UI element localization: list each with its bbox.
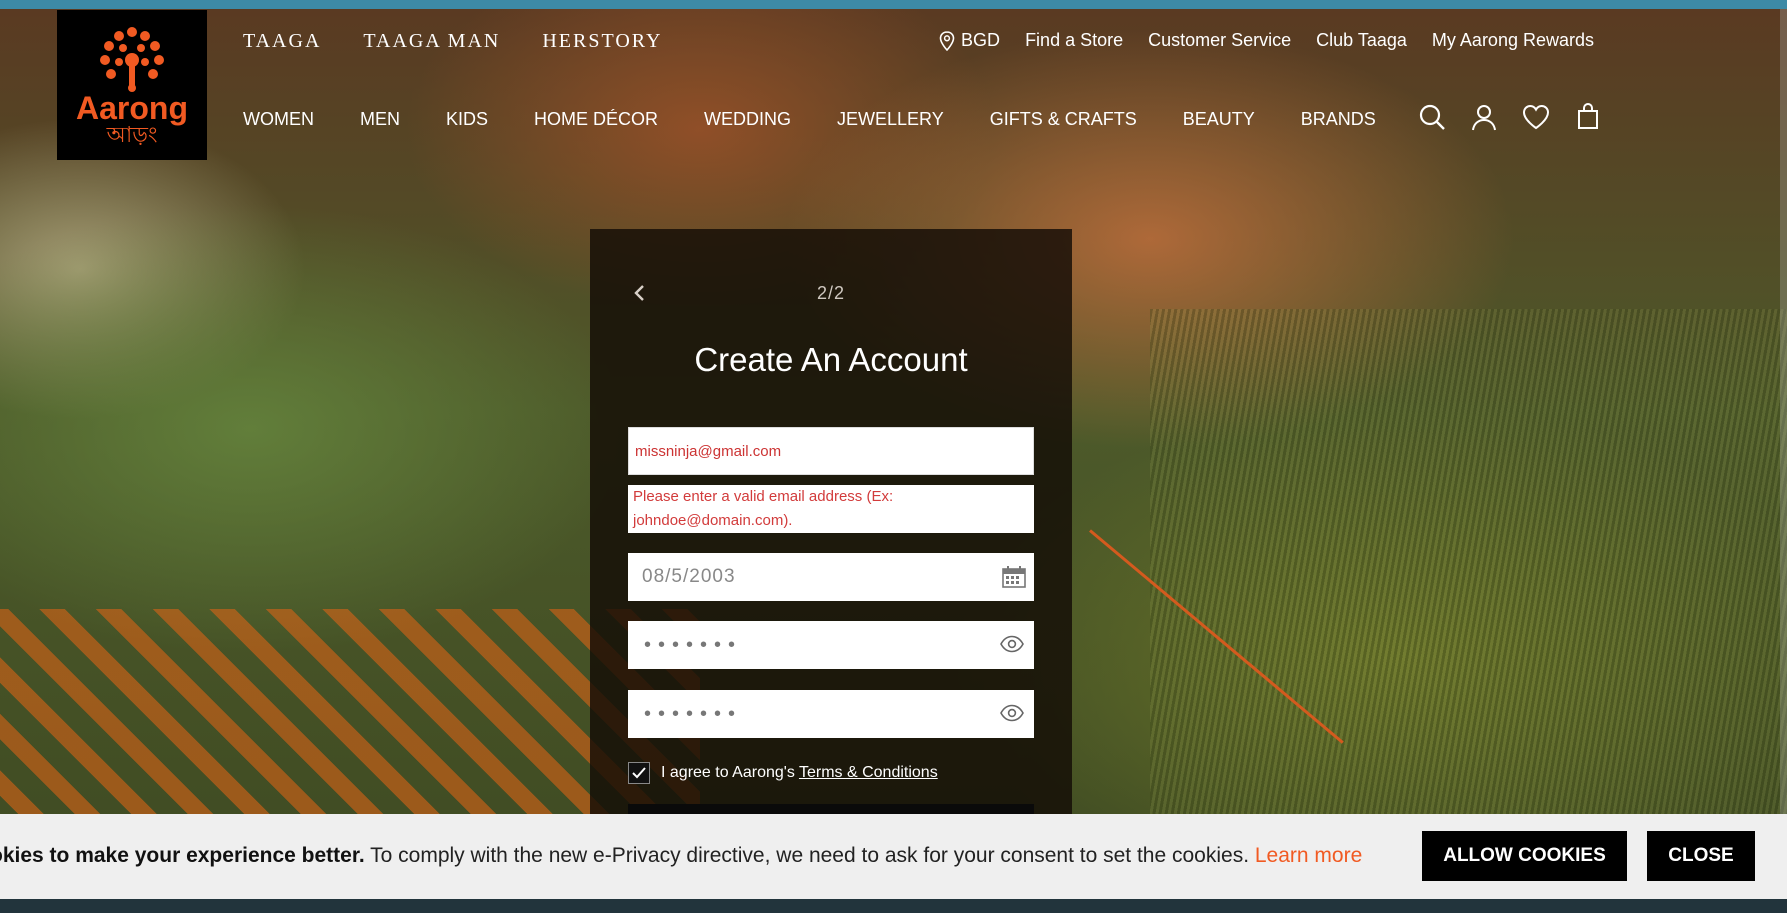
checkmark-icon [632, 767, 646, 779]
loom-threads [1150, 309, 1787, 899]
logo-wordmark: Aarong [76, 90, 188, 126]
wishlist-icon[interactable] [1522, 103, 1550, 131]
password-value: ••••••• [644, 634, 743, 656]
page-scrollbar[interactable] [1780, 9, 1787, 814]
country-code: BGD [961, 30, 1001, 50]
email-error-message: Please enter a valid email address (Ex: … [628, 485, 1034, 533]
logo-bangla: আড়ং [106, 122, 158, 147]
nav-brands[interactable]: BRANDS [1301, 109, 1376, 130]
subbrand-taaga-man[interactable]: TAAGA MAN [363, 30, 500, 53]
nav-men[interactable]: MEN [360, 109, 400, 130]
cookie-banner: okies to make your experience better. To… [0, 814, 1787, 899]
nav-home-decor[interactable]: HOME DÉCOR [534, 109, 658, 130]
rewards-link[interactable]: My Aarong Rewards [1432, 30, 1594, 51]
terms-prefix: I agree to Aarong's [661, 764, 795, 781]
account-icon[interactable] [1470, 103, 1498, 131]
email-field[interactable]: missninja@gmail.com [628, 427, 1034, 475]
password-field[interactable]: ••••••• [628, 621, 1034, 669]
close-cookie-button[interactable]: CLOSE [1647, 831, 1755, 881]
bottom-bar [0, 899, 1787, 913]
terms-agreement: I agree to Aarong's Terms & Conditions [628, 762, 938, 784]
peacock-logo-icon [100, 27, 164, 92]
main-nav: WOMEN MEN KIDS HOME DÉCOR WEDDING JEWELL… [243, 109, 1376, 130]
nav-women[interactable]: WOMEN [243, 109, 314, 130]
confirm-password-value: ••••••• [644, 703, 743, 725]
customer-service-link[interactable]: Customer Service [1148, 30, 1291, 51]
cart-icon[interactable] [1574, 103, 1602, 131]
learn-more-link[interactable]: Learn more [1255, 844, 1362, 867]
confirm-password-field[interactable]: ••••••• [628, 690, 1034, 738]
terms-checkbox[interactable] [628, 762, 650, 784]
nav-beauty[interactable]: BEAUTY [1183, 109, 1255, 130]
show-confirm-password-eye-icon[interactable] [1000, 704, 1024, 722]
show-password-eye-icon[interactable] [1000, 635, 1024, 653]
find-store-link[interactable]: Find a Store [1025, 30, 1123, 51]
location-pin-icon [939, 30, 955, 51]
cookie-message-text: To comply with the new e-Privacy directi… [364, 844, 1255, 867]
subbrand-taaga[interactable]: TAAGA [243, 30, 321, 53]
calendar-icon[interactable] [1001, 565, 1027, 589]
date-of-birth-field[interactable]: 08/5/2003 [628, 553, 1034, 601]
utility-nav: BGD Find a Store Customer Service Club T… [939, 30, 1594, 51]
allow-cookies-button[interactable]: ALLOW COOKIES [1422, 831, 1627, 881]
create-account-panel: 2/2 Create An Account missninja@gmail.co… [590, 229, 1072, 823]
nav-kids[interactable]: KIDS [446, 109, 488, 130]
form-title: Create An Account [694, 341, 968, 378]
subbrand-nav: TAAGA TAAGA MAN HERSTORY [243, 30, 662, 53]
email-value: missninja@gmail.com [635, 443, 782, 460]
header-icons [1418, 103, 1602, 131]
nav-wedding[interactable]: WEDDING [704, 109, 791, 130]
terms-link[interactable]: Terms & Conditions [799, 764, 938, 781]
nav-gifts-crafts[interactable]: GIFTS & CRAFTS [990, 109, 1137, 130]
cookie-message-bold: okies to make your experience better. [0, 844, 365, 867]
dob-value: 08/5/2003 [642, 566, 736, 587]
top-strip [0, 0, 1787, 9]
nav-jewellery[interactable]: JEWELLERY [837, 109, 944, 130]
subbrand-herstory[interactable]: HERSTORY [542, 30, 662, 53]
country-selector[interactable]: BGD [939, 30, 1000, 51]
club-taaga-link[interactable]: Club Taaga [1316, 30, 1407, 51]
cookie-message: okies to make your experience better. To… [0, 844, 1362, 868]
step-indicator: 2/2 [816, 283, 846, 303]
aarong-logo[interactable]: Aarong আড়ং [57, 10, 207, 160]
search-icon[interactable] [1418, 103, 1446, 131]
